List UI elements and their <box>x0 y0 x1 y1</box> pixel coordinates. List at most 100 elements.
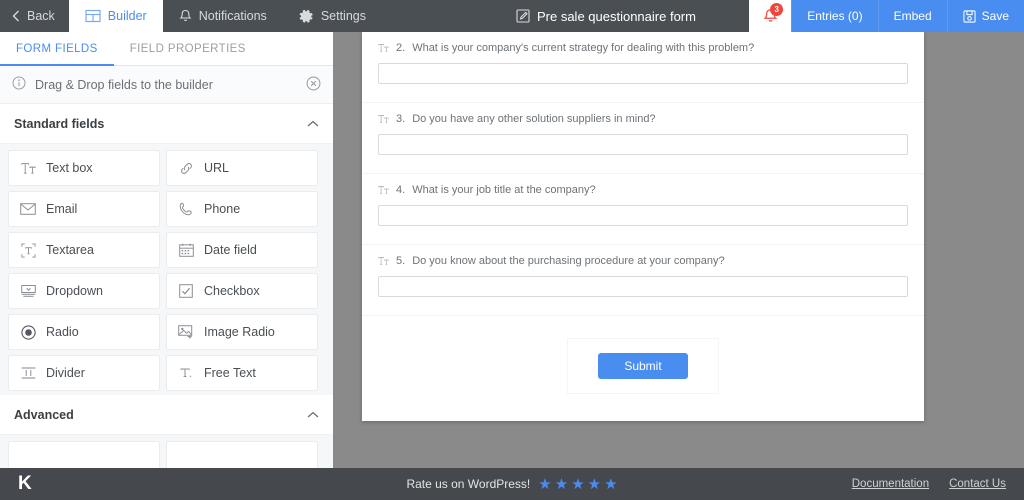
submit-block: Submit <box>362 316 924 420</box>
section-standard-fields-label: Standard fields <box>14 117 104 131</box>
section-standard-fields[interactable]: Standard fields <box>0 104 333 144</box>
save-disk-icon <box>963 10 976 23</box>
footer-bar: K Rate us on WordPress! ★ ★ ★ ★ ★ Docume… <box>0 468 1024 500</box>
field-checkbox[interactable]: Checkbox <box>166 273 318 309</box>
tab-settings-label: Settings <box>321 9 366 23</box>
question-input[interactable] <box>378 276 908 297</box>
field-email-label: Email <box>46 202 77 216</box>
field-divider[interactable]: Divider <box>8 355 160 391</box>
top-bar: Back Builder Notifications Setti <box>0 0 1024 32</box>
field-email[interactable]: Email <box>8 191 160 227</box>
star-icon[interactable]: ★ <box>538 477 551 492</box>
field-phone-label: Phone <box>204 202 240 216</box>
question-input[interactable] <box>378 134 908 155</box>
tab-builder-label: Builder <box>108 9 147 23</box>
field-textarea-label: Textarea <box>46 243 94 257</box>
question-text: Do you have any other solution suppliers… <box>412 113 655 125</box>
entries-label: Entries (0) <box>807 9 862 23</box>
question-text: What is your job title at the company? <box>412 184 595 196</box>
topbar-spacer <box>712 0 749 32</box>
link-icon <box>178 161 194 176</box>
question-block[interactable]: 5. Do you know about the purchasing proc… <box>362 245 924 316</box>
footer-link-contact-us[interactable]: Contact Us <box>949 478 1006 490</box>
tab-builder[interactable]: Builder <box>69 0 163 32</box>
form-title-label: Pre sale questionnaire form <box>537 9 696 24</box>
field-phone[interactable]: Phone <box>166 191 318 227</box>
question-input[interactable] <box>378 63 908 84</box>
field-advanced-partial-1[interactable] <box>8 441 160 468</box>
field-checkbox-label: Checkbox <box>204 284 260 298</box>
embed-button[interactable]: Embed <box>878 0 947 32</box>
star-rating[interactable]: ★ ★ ★ ★ ★ <box>538 477 617 492</box>
field-radio-label: Radio <box>46 325 79 339</box>
info-circle-icon <box>12 76 26 93</box>
star-icon[interactable]: ★ <box>588 477 601 492</box>
footer-links: Documentation Contact Us <box>852 478 1006 490</box>
form-preview-card: 2. What is your company's current strate… <box>362 32 924 421</box>
field-dropdown[interactable]: Dropdown <box>8 273 160 309</box>
text-box-icon <box>378 43 389 56</box>
field-advanced-partial-2[interactable] <box>166 441 318 468</box>
tab-notifications[interactable]: Notifications <box>163 0 283 32</box>
star-icon[interactable]: ★ <box>571 477 584 492</box>
field-date-label: Date field <box>204 243 257 257</box>
section-advanced-label: Advanced <box>14 408 74 422</box>
field-radio[interactable]: Radio <box>8 314 160 350</box>
field-image-radio-label: Image Radio <box>204 325 275 339</box>
chevron-up-icon[interactable] <box>307 408 319 422</box>
notification-badge: 3 <box>770 3 783 16</box>
field-text-box-label: Text box <box>46 161 93 175</box>
drag-drop-hint: Drag & Drop fields to the builder <box>0 66 333 104</box>
gear-icon <box>299 9 314 24</box>
builder-icon <box>85 9 101 23</box>
question-number: 4. <box>396 184 405 196</box>
textarea-icon <box>20 243 36 258</box>
chevron-left-icon <box>12 10 20 22</box>
star-icon[interactable]: ★ <box>604 477 617 492</box>
form-title[interactable]: Pre sale questionnaire form <box>500 0 712 32</box>
field-text-box[interactable]: Text box <box>8 150 160 186</box>
advanced-fields-grid <box>0 435 333 468</box>
tab-notifications-label: Notifications <box>199 9 267 23</box>
question-label: 3. Do you have any other solution suppli… <box>378 113 908 127</box>
save-button[interactable]: Save <box>947 0 1024 32</box>
embed-label: Embed <box>894 9 932 23</box>
form-canvas: 2. What is your company's current strate… <box>340 32 1024 468</box>
back-button[interactable]: Back <box>0 0 69 32</box>
notifications-bell-button[interactable]: 3 <box>749 0 791 32</box>
section-advanced[interactable]: Advanced <box>0 395 333 435</box>
question-label: 2. What is your company's current strate… <box>378 42 908 56</box>
text-box-icon <box>378 114 389 127</box>
star-icon[interactable]: ★ <box>555 477 568 492</box>
entries-button[interactable]: Entries (0) <box>791 0 877 32</box>
question-block[interactable]: 3. Do you have any other solution suppli… <box>362 103 924 174</box>
divider-icon <box>20 366 36 380</box>
edit-pencil-icon <box>516 9 530 23</box>
footer-link-documentation[interactable]: Documentation <box>852 478 929 490</box>
field-url-label: URL <box>204 161 229 175</box>
tab-form-fields[interactable]: FORM FIELDS <box>0 32 114 66</box>
tab-field-properties[interactable]: FIELD PROPERTIES <box>114 32 262 66</box>
field-date[interactable]: Date field <box>166 232 318 268</box>
radio-icon <box>20 325 36 340</box>
submit-button[interactable]: Submit <box>598 353 688 379</box>
fields-sidebar: FORM FIELDS FIELD PROPERTIES Drag & Drop… <box>0 32 333 468</box>
text-box-icon <box>378 256 389 269</box>
question-label: 5. Do you know about the purchasing proc… <box>378 255 908 269</box>
field-url[interactable]: URL <box>166 150 318 186</box>
field-textarea[interactable]: Textarea <box>8 232 160 268</box>
text-box-icon <box>20 162 36 175</box>
close-circle-icon[interactable] <box>306 76 321 94</box>
chevron-up-icon[interactable] <box>307 117 319 131</box>
question-block[interactable]: 2. What is your company's current strate… <box>362 32 924 103</box>
tab-settings[interactable]: Settings <box>283 0 382 32</box>
question-number: 2. <box>396 42 405 54</box>
field-image-radio[interactable]: Image Radio <box>166 314 318 350</box>
envelope-icon <box>20 203 36 215</box>
tab-form-fields-label: FORM FIELDS <box>16 43 98 55</box>
bell-icon <box>179 9 192 23</box>
question-input[interactable] <box>378 205 908 226</box>
field-free-text[interactable]: Free Text <box>166 355 318 391</box>
field-free-text-label: Free Text <box>204 366 256 380</box>
question-block[interactable]: 4. What is your job title at the company… <box>362 174 924 245</box>
